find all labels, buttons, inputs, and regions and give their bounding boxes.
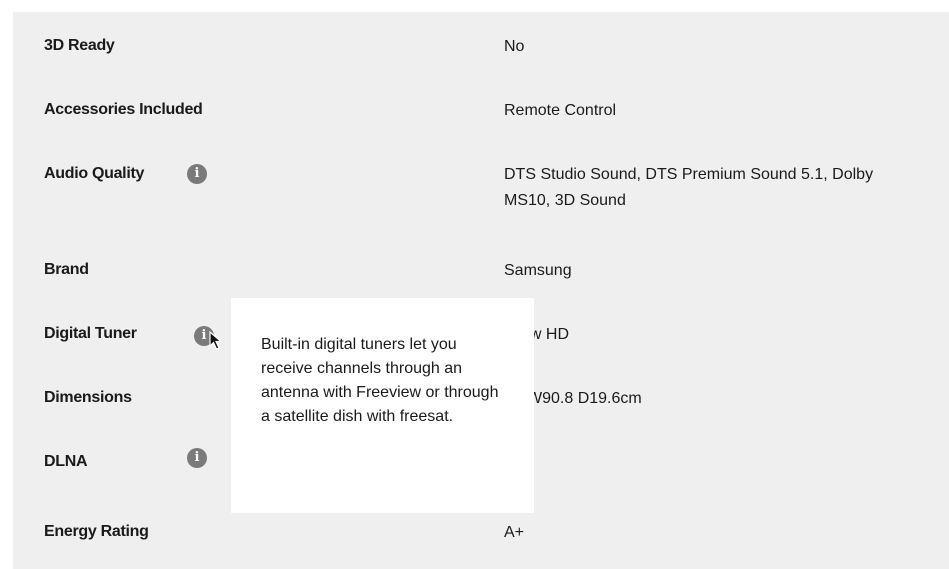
spec-value: Remote Control <box>504 102 617 119</box>
spec-label: Brand <box>44 261 89 278</box>
spec-label: Digital Tuner <box>44 325 137 342</box>
spec-label: Accessories Included <box>44 101 203 118</box>
mouse-pointer-icon <box>209 331 223 350</box>
spec-value: No <box>504 38 525 55</box>
info-icon[interactable]: i <box>187 448 207 468</box>
spec-label: DLNA <box>44 453 88 470</box>
spec-value: A+ <box>504 524 525 541</box>
info-tooltip: Built-in digital tuners let you receive … <box>231 298 534 513</box>
spec-label: Dimensions <box>44 389 132 406</box>
info-icon[interactable]: i <box>187 164 207 184</box>
spec-label: 3D Ready <box>44 37 115 54</box>
spec-value: ew HD <box>521 326 570 343</box>
spec-value: Samsung <box>504 262 572 279</box>
tooltip-text: Built-in digital tuners let you receive … <box>261 336 499 425</box>
spec-label: Energy Rating <box>44 523 149 540</box>
spec-value: W90.8 D19.6cm <box>527 390 642 407</box>
spec-value: DTS Studio Sound, DTS Premium Sound 5.1,… <box>504 166 874 209</box>
spec-label: Audio Quality <box>44 165 145 182</box>
